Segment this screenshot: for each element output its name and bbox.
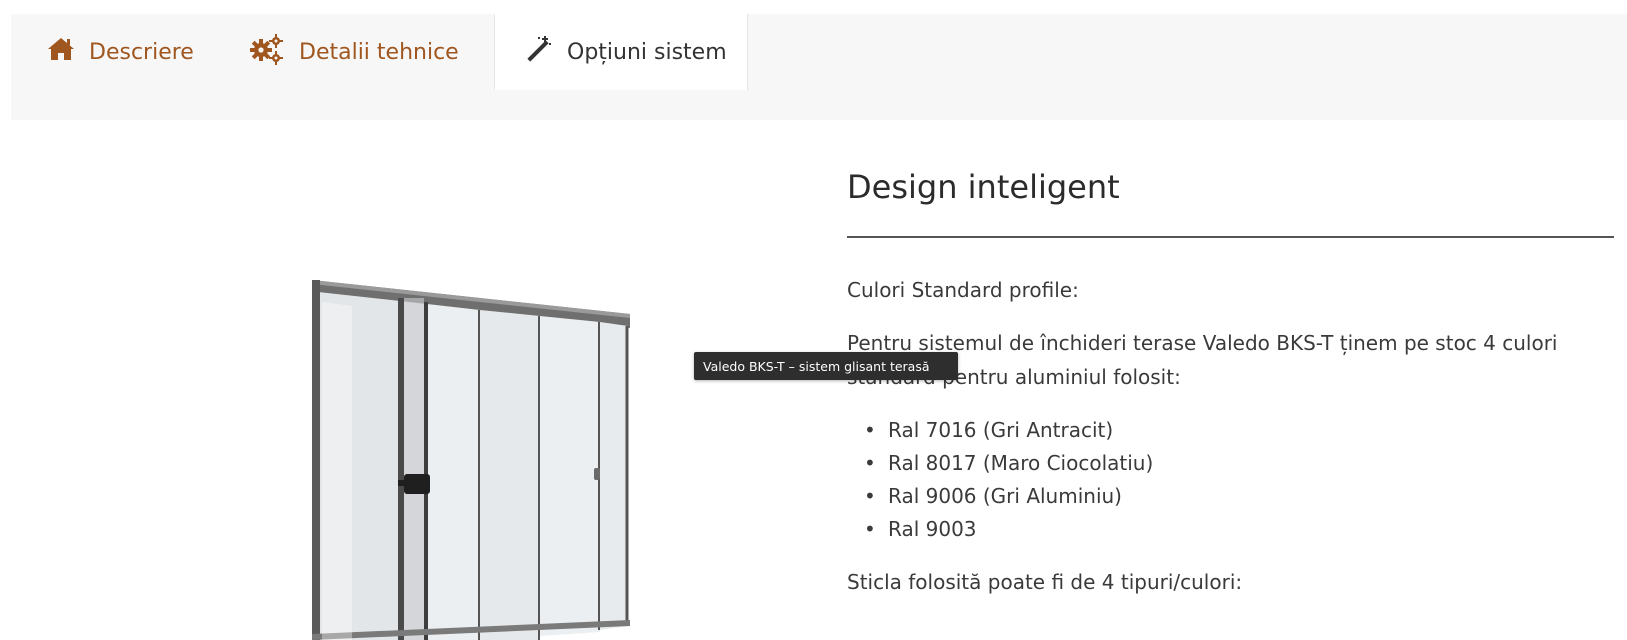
gears-icon [249, 33, 285, 71]
tab-optiuni-sistem[interactable]: Opțiuni sistem [494, 14, 748, 90]
home-icon [47, 36, 75, 68]
tab-label: Detalii tehnice [299, 39, 459, 65]
list-item: Ral 9003 [847, 513, 1615, 546]
list-item: Ral 8017 (Maro Ciocolatiu) [847, 447, 1615, 480]
product-image [312, 262, 632, 640]
content-panel: Design inteligent Culori Standard profil… [847, 160, 1615, 598]
list-item: Ral 7016 (Gri Antracit) [847, 414, 1615, 447]
glass-intro: Sticla folosită poate fi de 4 tipuri/cul… [847, 570, 1243, 594]
color-list: Ral 7016 (Gri Antracit) Ral 8017 (Maro C… [847, 414, 1615, 546]
magic-wand-icon [525, 35, 553, 69]
list-item: Ral 9006 (Gri Aluminiu) [847, 480, 1615, 513]
tab-label: Opțiuni sistem [567, 39, 727, 65]
tab-detalii-tehnice[interactable]: Detalii tehnice [249, 14, 459, 90]
image-tooltip: Valedo BKS-T – sistem glisant terasă [694, 352, 958, 380]
tab-bar: Descriere Detalii tehnice Opțiuni sistem [11, 14, 1627, 120]
tab-descriere[interactable]: Descriere [47, 14, 194, 90]
section-heading: Design inteligent [847, 168, 1120, 206]
tab-label: Descriere [89, 39, 194, 65]
colors-description: Pentru sistemul de închideri terase Vale… [847, 331, 1558, 389]
colors-intro: Culori Standard profile: [847, 278, 1079, 302]
divider [847, 236, 1614, 238]
